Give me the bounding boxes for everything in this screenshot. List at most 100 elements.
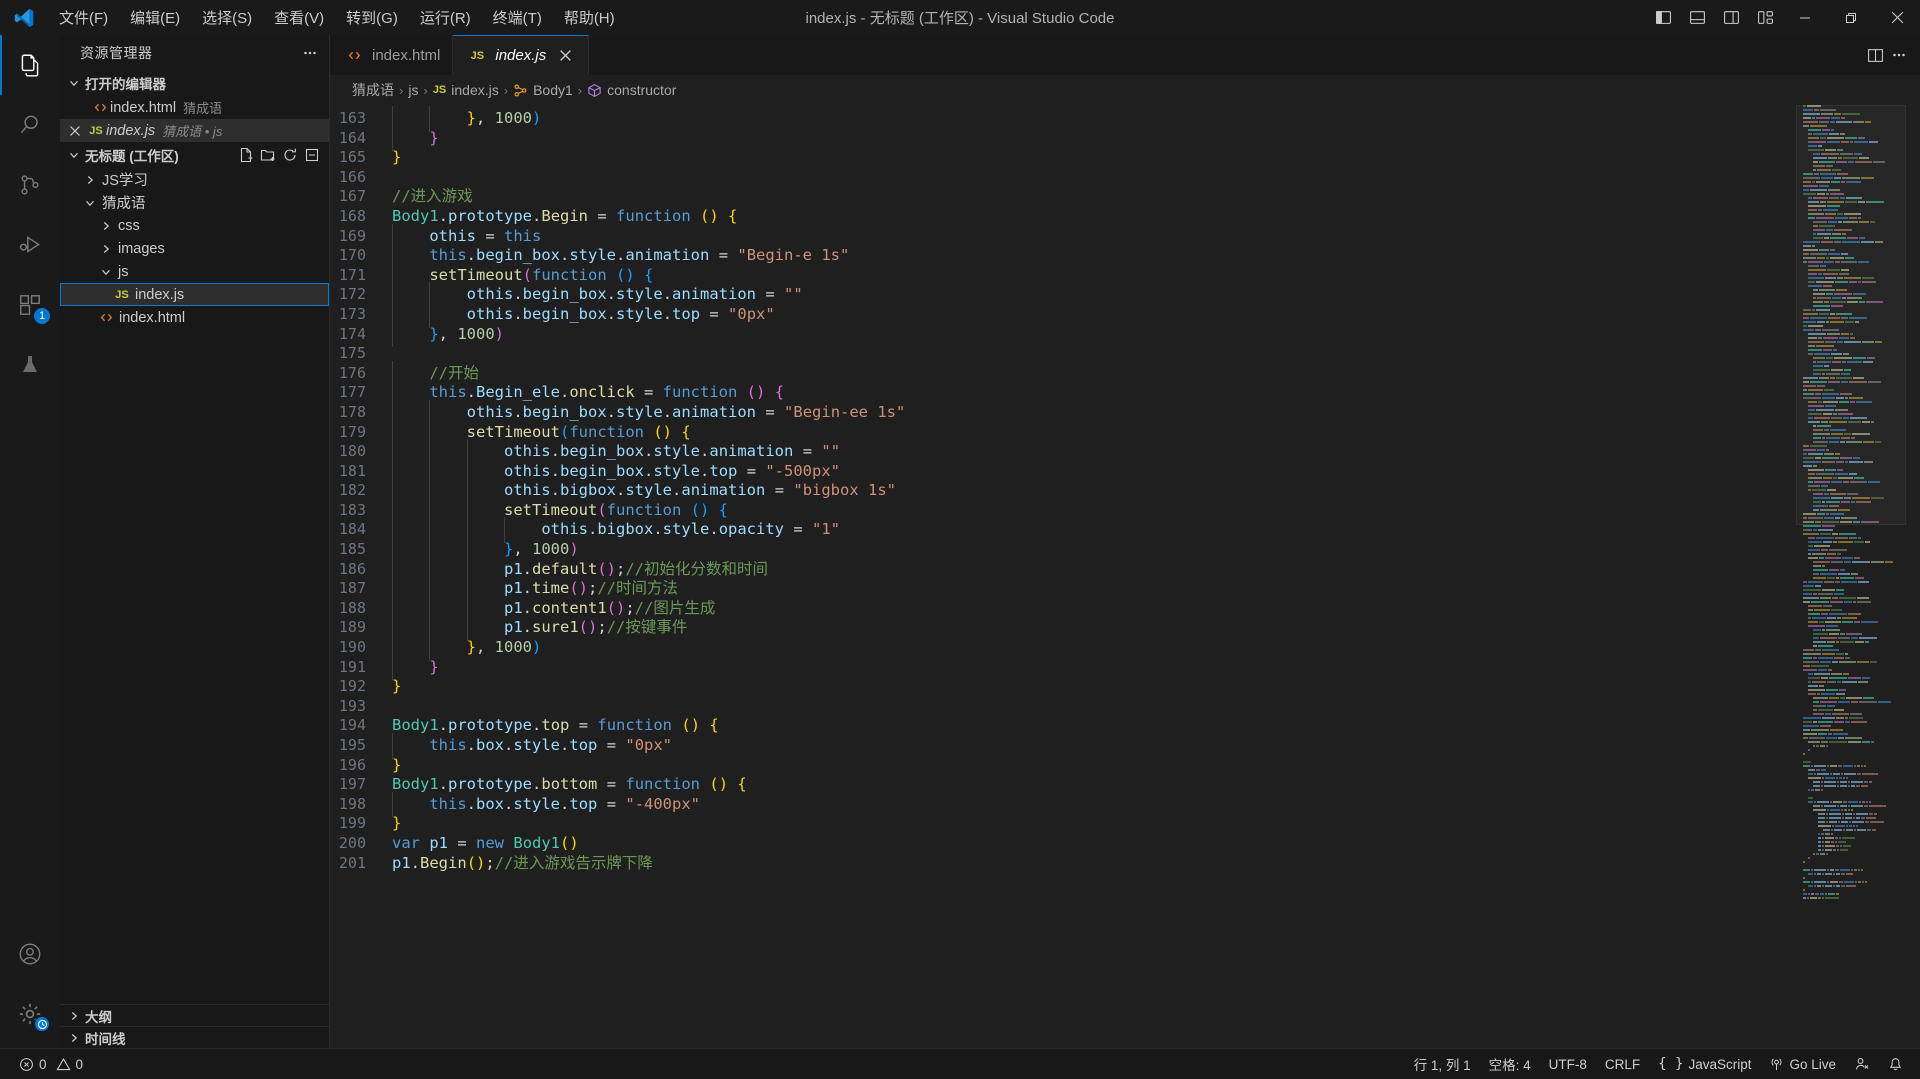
new-file-icon[interactable] xyxy=(235,144,257,166)
tree-file-index-js[interactable]: JS index.js xyxy=(60,283,329,306)
activity-search[interactable] xyxy=(0,95,60,155)
menu-file[interactable]: 文件(F) xyxy=(48,3,119,32)
toggle-secondary-sidebar-icon[interactable] xyxy=(1714,0,1748,35)
close-button[interactable] xyxy=(1874,0,1920,35)
code-line[interactable]: 186 p1.default();//初始化分数和时间 xyxy=(330,556,1796,582)
code-line[interactable]: 167 //进入游戏 xyxy=(330,187,1796,207)
breadcrumb-js[interactable]: js xyxy=(408,82,418,98)
section-open-editors[interactable]: 打开的编辑器 xyxy=(60,70,329,96)
status-remote[interactable] xyxy=(1845,1049,1879,1079)
tree-folder-caichengyu[interactable]: 猜成语 xyxy=(60,191,329,214)
ellipsis-icon[interactable] xyxy=(1888,44,1910,66)
code-line[interactable]: 169 othis = this xyxy=(330,223,1796,249)
activity-accounts[interactable] xyxy=(0,924,60,984)
activity-extensions[interactable]: 1 xyxy=(0,275,60,335)
code-line[interactable]: 180 othis.begin_box.style.animation = "" xyxy=(330,439,1796,465)
code-line[interactable]: 172 othis.begin_box.style.animation = "" xyxy=(330,282,1796,308)
code-line[interactable]: 187 p1.time();//时间方法 xyxy=(330,576,1796,602)
open-editor-index-js[interactable]: JS index.js 猜成语 • js xyxy=(60,119,329,142)
code-line[interactable]: 170 this.begin_box.style.animation = "Be… xyxy=(330,243,1796,269)
code-line[interactable]: 164 } xyxy=(330,125,1796,151)
code-line[interactable]: 196} xyxy=(330,756,1796,776)
status-language-mode[interactable]: { } JavaScript xyxy=(1649,1049,1760,1079)
tab-index-html[interactable]: index.html xyxy=(330,35,454,75)
code-line[interactable]: 198 this.box.style.top = "-400px" xyxy=(330,791,1796,817)
status-eol[interactable]: CRLF xyxy=(1596,1049,1649,1079)
maximize-restore-button[interactable] xyxy=(1828,0,1874,35)
status-problems[interactable]: 0 0 xyxy=(10,1049,92,1079)
menu-view[interactable]: 查看(V) xyxy=(263,3,335,32)
code-line[interactable]: 197 Body1.prototype.bottom = function () … xyxy=(330,775,1796,795)
tree-folder-images[interactable]: images xyxy=(60,237,329,260)
code-scroll-area[interactable]: 163 }, 1000) 164 } 165} 166 167//进入游戏 168 Body… xyxy=(330,105,1796,1048)
code-line[interactable]: 182 othis.bigbox.style.animation = "bigb… xyxy=(330,478,1796,504)
code-line[interactable]: 174 }, 1000) xyxy=(330,321,1796,347)
code-line[interactable]: 195 this.box.style.top = "0px" xyxy=(330,733,1796,759)
close-icon[interactable] xyxy=(554,45,576,67)
status-cursor-position[interactable]: 行 1, 列 1 xyxy=(1405,1049,1480,1079)
tree-folder-js-study[interactable]: JS学习 xyxy=(60,168,329,191)
open-editor-index-html[interactable]: index.html 猜成语 xyxy=(60,96,329,119)
code-line[interactable]: 189 p1.sure1();//按键事件 xyxy=(330,615,1796,641)
breadcrumb-constructor[interactable]: constructor xyxy=(587,82,676,98)
minimap-slider[interactable] xyxy=(1796,105,1906,525)
code-line[interactable]: 194 Body1.prototype.top = function () { xyxy=(330,716,1796,736)
menu-run[interactable]: 运行(R) xyxy=(409,3,482,32)
code-line[interactable]: 190 }, 1000) xyxy=(330,635,1796,661)
activity-source-control[interactable] xyxy=(0,155,60,215)
menu-go[interactable]: 转到(G) xyxy=(335,3,409,32)
breadcrumb-index-js[interactable]: JS index.js xyxy=(433,82,499,98)
tree-folder-css[interactable]: css xyxy=(60,214,329,237)
status-go-live[interactable]: Go Live xyxy=(1760,1049,1845,1079)
panel-outline[interactable]: 大纲 xyxy=(60,1004,329,1026)
code-line[interactable]: 181 othis.begin_box.style.top = "-500px" xyxy=(330,458,1796,484)
status-encoding[interactable]: UTF-8 xyxy=(1540,1049,1596,1079)
activity-run-debug[interactable] xyxy=(0,215,60,275)
toggle-panel-icon[interactable] xyxy=(1680,0,1714,35)
code-line[interactable]: 178 othis.begin_box.style.animation = "B… xyxy=(330,399,1796,426)
code-line[interactable]: 191 } xyxy=(330,654,1796,680)
tree-file-index-html[interactable]: index.html xyxy=(60,306,329,329)
ellipsis-icon[interactable] xyxy=(299,42,321,64)
code-line[interactable]: 168 Body1.prototype.Begin = function () { xyxy=(330,207,1796,227)
code-line[interactable]: 199} xyxy=(330,814,1796,834)
menu-selection[interactable]: 选择(S) xyxy=(191,3,263,32)
code-line[interactable]: 193 xyxy=(330,697,1796,717)
menu-edit[interactable]: 编辑(E) xyxy=(119,3,191,32)
panel-timeline[interactable]: 时间线 xyxy=(60,1026,329,1048)
tab-index-js[interactable]: JS index.js xyxy=(453,35,590,75)
code-line[interactable]: 183 setTimeout(function () { xyxy=(330,497,1796,524)
code-line[interactable]: 173 othis.begin_box.style.top = "0px" xyxy=(330,301,1796,328)
refresh-icon[interactable] xyxy=(279,144,301,166)
code-line[interactable]: 175 xyxy=(330,344,1796,364)
code-line[interactable]: 171 setTimeout(function () { xyxy=(330,262,1796,288)
code-line[interactable]: 166 xyxy=(330,168,1796,188)
overview-ruler[interactable] xyxy=(1906,105,1920,1048)
code-line[interactable]: 179 setTimeout(function () { xyxy=(330,419,1796,445)
code-line[interactable]: 185 }, 1000) xyxy=(330,537,1796,563)
breadcrumb-body1[interactable]: Body1 xyxy=(513,82,573,98)
menu-terminal[interactable]: 终端(T) xyxy=(482,3,553,32)
minimap[interactable] xyxy=(1796,105,1906,1048)
code-line[interactable]: 188 p1.content1();//图片生成 xyxy=(330,595,1796,621)
toggle-primary-sidebar-icon[interactable] xyxy=(1646,0,1680,35)
status-indentation[interactable]: 空格: 4 xyxy=(1480,1049,1540,1079)
tree-folder-js[interactable]: js xyxy=(60,260,329,283)
code-content[interactable]: 163 }, 1000) 164 } 165} 166 167//进入游戏 168 Body… xyxy=(330,105,1796,873)
customize-layout-icon[interactable] xyxy=(1748,0,1782,35)
code-line[interactable]: 201 p1.Begin();//进入游戏告示牌下降 xyxy=(330,854,1796,874)
breadcrumb-caichengyu[interactable]: 猜成语 xyxy=(352,80,394,100)
menu-help[interactable]: 帮助(H) xyxy=(553,3,626,32)
code-editor[interactable]: 163 }, 1000) 164 } 165} 166 167//进入游戏 168 Body… xyxy=(330,105,1920,1048)
code-line[interactable]: 177 this.Begin_ele.onclick = function ()… xyxy=(330,380,1796,406)
split-editor-icon[interactable] xyxy=(1864,44,1886,66)
activity-explorer[interactable] xyxy=(0,35,60,95)
status-notifications[interactable] xyxy=(1879,1049,1912,1079)
code-line[interactable]: 200 var p1 = new Body1() xyxy=(330,834,1796,854)
code-line[interactable]: 192} xyxy=(330,677,1796,697)
activity-settings[interactable] xyxy=(0,984,60,1044)
collapse-all-icon[interactable] xyxy=(301,144,323,166)
activity-testing[interactable] xyxy=(0,335,60,395)
code-line[interactable]: 165} xyxy=(330,148,1796,168)
section-workspace[interactable]: 无标题 (工作区) xyxy=(60,142,329,168)
